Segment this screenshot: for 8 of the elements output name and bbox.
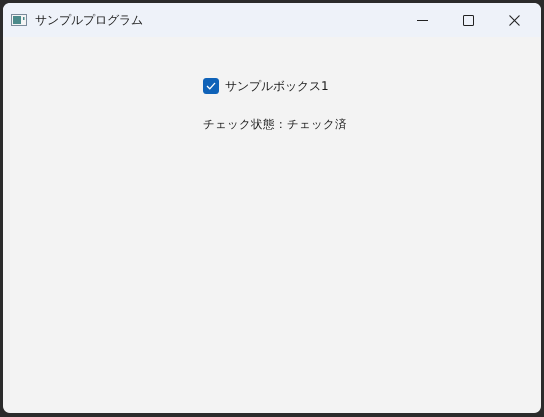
maximize-icon <box>462 14 474 26</box>
checkmark-icon <box>206 82 216 90</box>
checkbox-label[interactable]: サンプルボックス1 <box>225 77 329 95</box>
window-title: サンプルプログラム <box>35 12 143 29</box>
app-icon <box>11 14 27 26</box>
checkbox[interactable] <box>203 78 219 94</box>
close-icon <box>508 14 520 26</box>
status-text: チェック状態：チェック済 <box>203 116 348 133</box>
